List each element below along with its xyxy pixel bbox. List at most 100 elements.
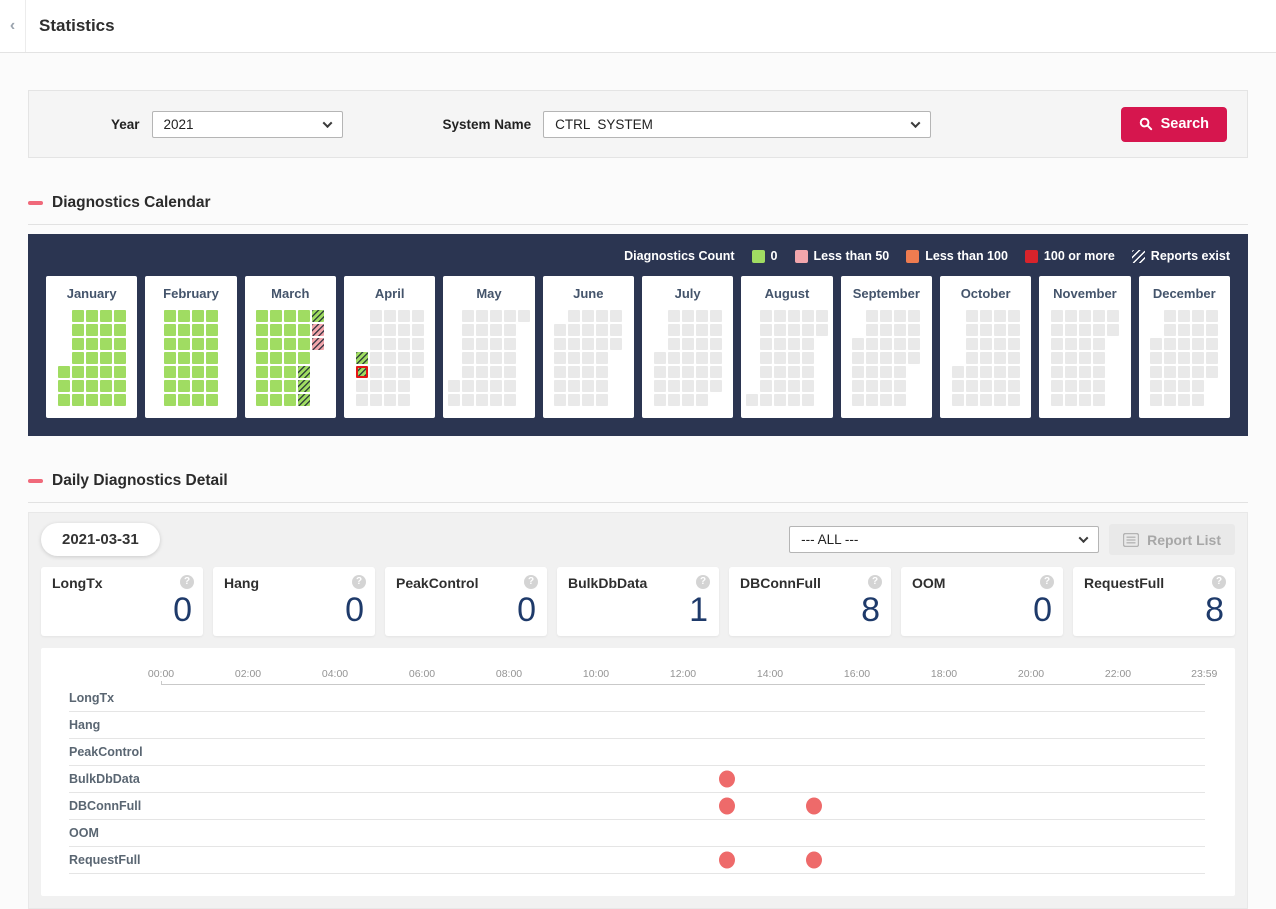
day-cell-april-29[interactable] [412, 352, 424, 364]
day-cell-april-10[interactable] [370, 380, 382, 392]
day-cell-february-28[interactable] [206, 394, 218, 406]
day-cell-march-25[interactable] [298, 352, 310, 364]
day-cell-august-30[interactable] [816, 310, 828, 322]
day-cell-december-12[interactable] [1164, 394, 1176, 406]
day-cell-july-9[interactable] [668, 366, 680, 378]
day-cell-december-10[interactable] [1164, 366, 1176, 378]
day-cell-january-6[interactable] [72, 338, 84, 350]
help-icon[interactable]: ? [868, 575, 882, 589]
day-cell-july-12[interactable] [682, 310, 694, 322]
day-cell-november-5[interactable] [1051, 366, 1063, 378]
day-cell-january-8[interactable] [72, 366, 84, 378]
day-cell-november-1[interactable] [1051, 310, 1063, 322]
day-cell-september-10[interactable] [866, 366, 878, 378]
day-cell-june-29[interactable] [610, 324, 622, 336]
day-cell-july-4[interactable] [654, 394, 666, 406]
day-cell-may-14[interactable] [476, 366, 488, 378]
day-cell-august-16[interactable] [788, 310, 800, 322]
day-cell-october-10[interactable] [966, 394, 978, 406]
day-cell-december-16[interactable] [1178, 352, 1190, 364]
day-cell-november-7[interactable] [1051, 394, 1063, 406]
day-cell-november-13[interactable] [1065, 380, 1077, 392]
day-cell-september-23[interactable] [894, 352, 906, 364]
system-name-select[interactable]: CTRL SYSTEM [543, 111, 931, 138]
day-cell-april-20[interactable] [398, 324, 410, 336]
day-cell-december-5[interactable] [1150, 394, 1162, 406]
day-cell-march-27[interactable] [298, 380, 310, 392]
day-cell-june-30[interactable] [610, 338, 622, 350]
day-cell-july-30[interactable] [710, 366, 722, 378]
day-cell-february-14[interactable] [178, 394, 190, 406]
day-cell-october-18[interactable] [994, 310, 1006, 322]
day-cell-august-15[interactable] [774, 394, 786, 406]
day-cell-march-16[interactable] [284, 324, 296, 336]
day-cell-april-6[interactable] [370, 324, 382, 336]
day-cell-may-10[interactable] [476, 310, 488, 322]
day-cell-october-8[interactable] [966, 366, 978, 378]
day-cell-august-8[interactable] [760, 394, 772, 406]
day-cell-january-3[interactable] [58, 394, 70, 406]
day-cell-march-15[interactable] [284, 310, 296, 322]
day-cell-october-26[interactable] [1008, 324, 1020, 336]
day-cell-october-24[interactable] [994, 394, 1006, 406]
day-cell-november-10[interactable] [1065, 338, 1077, 350]
day-cell-may-30[interactable] [504, 394, 516, 406]
day-cell-september-25[interactable] [894, 380, 906, 392]
day-cell-june-9[interactable] [568, 338, 580, 350]
day-cell-november-19[interactable] [1079, 366, 1091, 378]
day-cell-may-3[interactable] [462, 310, 474, 322]
day-cell-october-3[interactable] [952, 394, 964, 406]
day-cell-january-22[interactable] [100, 366, 112, 378]
day-cell-may-17[interactable] [490, 310, 502, 322]
sidebar-collapse-button[interactable]: ‹ [0, 0, 26, 52]
day-cell-september-13[interactable] [880, 310, 892, 322]
day-cell-august-17[interactable] [788, 324, 800, 336]
day-cell-september-19[interactable] [880, 394, 892, 406]
day-cell-october-17[interactable] [980, 394, 992, 406]
day-cell-september-11[interactable] [866, 380, 878, 392]
day-cell-july-25[interactable] [696, 394, 708, 406]
day-cell-october-28[interactable] [1008, 352, 1020, 364]
day-cell-may-11[interactable] [476, 324, 488, 336]
day-cell-february-27[interactable] [206, 380, 218, 392]
day-cell-may-5[interactable] [462, 338, 474, 350]
day-cell-may-22[interactable] [490, 380, 502, 392]
day-cell-december-1[interactable] [1150, 338, 1162, 350]
day-cell-july-1[interactable] [654, 352, 666, 364]
day-cell-april-25[interactable] [398, 394, 410, 406]
day-cell-may-1[interactable] [448, 380, 460, 392]
day-cell-may-12[interactable] [476, 338, 488, 350]
day-cell-june-28[interactable] [610, 310, 622, 322]
day-cell-september-21[interactable] [894, 324, 906, 336]
day-cell-january-11[interactable] [86, 310, 98, 322]
day-cell-november-18[interactable] [1079, 352, 1091, 364]
day-cell-january-26[interactable] [114, 324, 126, 336]
day-cell-february-15[interactable] [192, 310, 204, 322]
day-cell-june-26[interactable] [596, 380, 608, 392]
day-cell-june-13[interactable] [568, 394, 580, 406]
day-cell-august-21[interactable] [788, 380, 800, 392]
day-cell-may-20[interactable] [490, 352, 502, 364]
day-cell-june-12[interactable] [568, 380, 580, 392]
day-cell-october-11[interactable] [980, 310, 992, 322]
day-cell-december-15[interactable] [1178, 338, 1190, 350]
day-cell-december-13[interactable] [1178, 310, 1190, 322]
day-cell-december-17[interactable] [1178, 366, 1190, 378]
day-cell-july-20[interactable] [696, 324, 708, 336]
day-cell-october-27[interactable] [1008, 338, 1020, 350]
day-cell-july-6[interactable] [668, 324, 680, 336]
day-cell-march-28[interactable] [298, 394, 310, 406]
day-cell-february-6[interactable] [164, 380, 176, 392]
day-cell-february-18[interactable] [192, 352, 204, 364]
day-cell-june-7[interactable] [568, 310, 580, 322]
day-cell-may-23[interactable] [490, 394, 502, 406]
day-cell-june-11[interactable] [568, 366, 580, 378]
day-cell-december-23[interactable] [1192, 352, 1204, 364]
day-cell-january-27[interactable] [114, 338, 126, 350]
day-cell-august-2[interactable] [760, 310, 772, 322]
day-cell-december-19[interactable] [1178, 394, 1190, 406]
day-cell-january-23[interactable] [100, 380, 112, 392]
day-cell-april-18[interactable] [384, 394, 396, 406]
day-cell-june-21[interactable] [596, 310, 608, 322]
day-cell-november-28[interactable] [1093, 394, 1105, 406]
